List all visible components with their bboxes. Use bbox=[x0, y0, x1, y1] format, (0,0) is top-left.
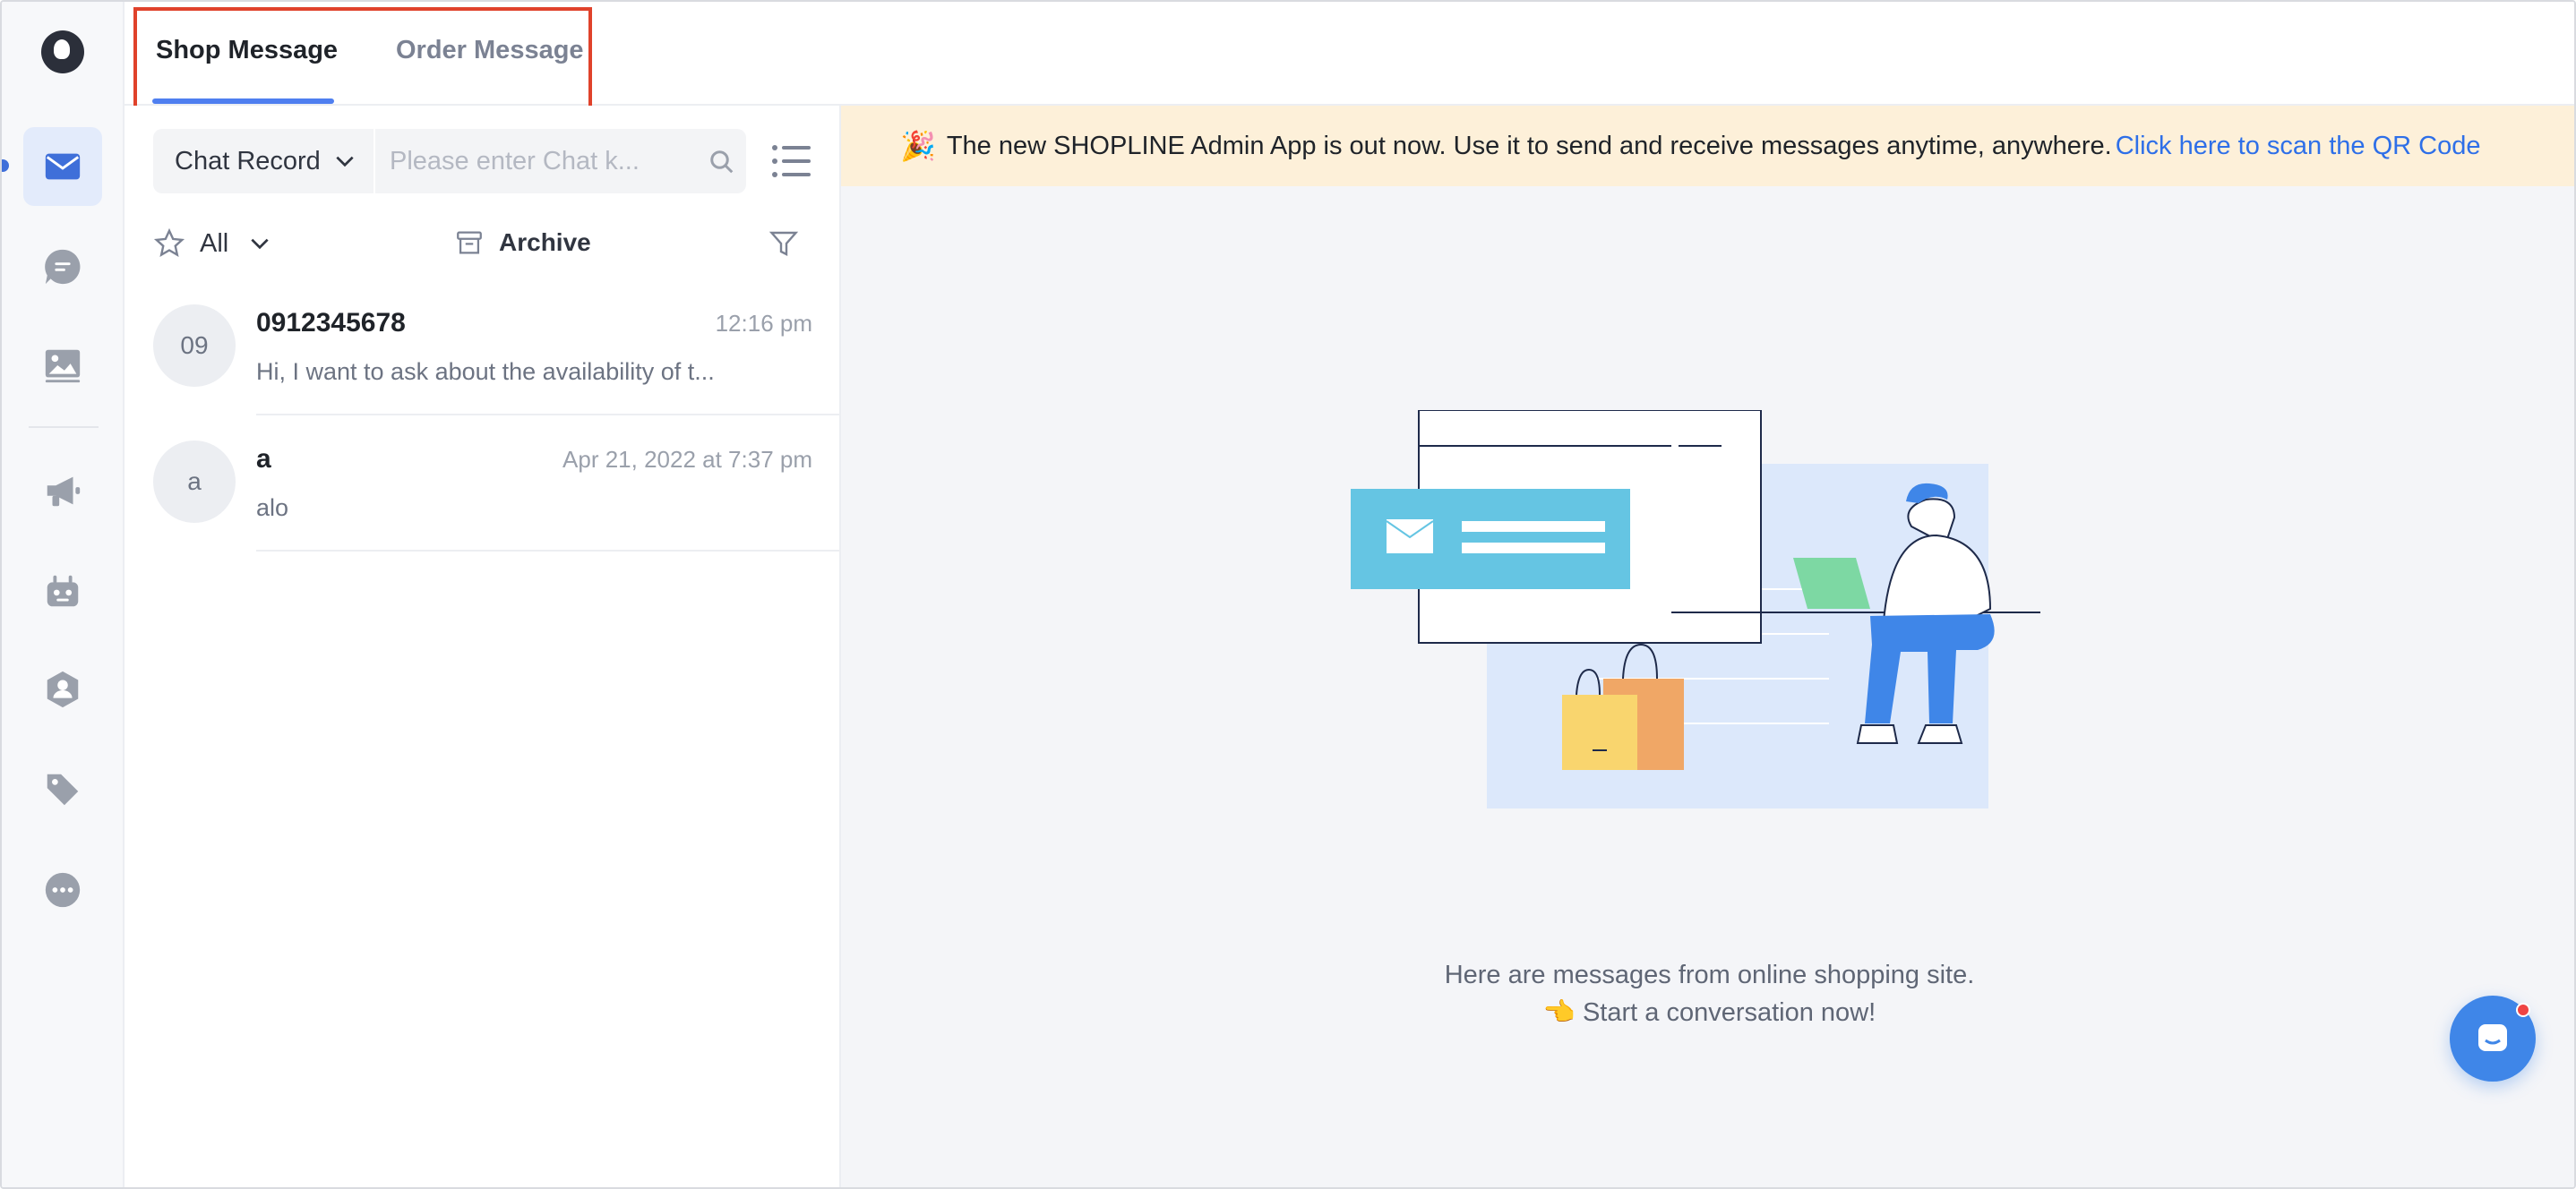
customer-icon bbox=[47, 671, 79, 708]
conversation-preview: Hi, I want to ask about the availability… bbox=[256, 358, 715, 385]
app-window: Shop Message Order Message Chat Record A… bbox=[0, 0, 2576, 1189]
chevron-down-icon bbox=[251, 238, 269, 250]
robot-icon bbox=[47, 575, 79, 607]
chevron-down-icon bbox=[336, 156, 354, 167]
avatar: 09 bbox=[153, 304, 236, 387]
support-chat-button[interactable] bbox=[2450, 996, 2536, 1082]
filter-row: All Archive bbox=[153, 222, 816, 265]
conversation-item[interactable]: 09 0912345678 12:16 pm Hi, I want to ask… bbox=[125, 281, 841, 415]
chat-bubble-icon bbox=[45, 249, 81, 285]
qr-code-link[interactable]: Click here to scan the QR Code bbox=[2116, 132, 2481, 161]
message-tabs: Shop Message Order Message bbox=[125, 2, 2574, 118]
sidebar-item-tags[interactable] bbox=[23, 750, 102, 829]
conversation-preview: alo bbox=[256, 494, 289, 521]
empty-state-line1: Here are messages from online shopping s… bbox=[1444, 961, 1975, 989]
active-indicator bbox=[2, 159, 9, 172]
chat-support-icon bbox=[2478, 1024, 2507, 1051]
search-bar: Chat Record bbox=[153, 129, 746, 193]
sidebar-item-chat[interactable] bbox=[23, 227, 102, 306]
sidebar-divider bbox=[29, 426, 99, 428]
conversation-name: 0912345678 bbox=[256, 308, 406, 338]
conversation-list-panel: Chat Record All Archive 09 bbox=[125, 106, 841, 1187]
star-icon bbox=[153, 227, 185, 257]
tab-shop-message[interactable]: Shop Message bbox=[156, 36, 338, 65]
star-filter-label: All bbox=[200, 228, 229, 258]
tab-order-message[interactable]: Order Message bbox=[396, 36, 584, 65]
app-promo-banner: 🎉 The new SHOPLINE Admin App is out now.… bbox=[841, 106, 2574, 186]
search-type-label: Chat Record bbox=[175, 146, 321, 175]
mail-icon bbox=[45, 153, 81, 180]
left-sidebar bbox=[2, 2, 125, 1187]
conversation-divider bbox=[256, 414, 841, 415]
notification-badge bbox=[2516, 1003, 2530, 1017]
star-filter-dropdown[interactable]: All bbox=[153, 227, 271, 260]
megaphone-icon bbox=[47, 476, 81, 507]
empty-state-illustration bbox=[1351, 410, 2040, 808]
main-content: 🎉 The new SHOPLINE Admin App is out now.… bbox=[841, 106, 2574, 1187]
conversation-divider bbox=[256, 550, 841, 552]
search-type-select[interactable]: Chat Record bbox=[153, 129, 375, 193]
conversation-name: a bbox=[256, 444, 271, 474]
image-icon bbox=[45, 349, 81, 383]
archive-label: Archive bbox=[499, 228, 591, 256]
sidebar-item-media[interactable] bbox=[23, 326, 102, 405]
tag-icon bbox=[47, 774, 79, 806]
sidebar-item-customers[interactable] bbox=[23, 650, 102, 729]
active-tab-indicator bbox=[152, 98, 334, 104]
conversation-time: Apr 21, 2022 at 7:37 pm bbox=[562, 446, 812, 473]
party-popper-icon: 🎉 bbox=[900, 130, 936, 162]
empty-state-line2: 👈 Start a conversation now! bbox=[1542, 998, 1876, 1027]
filter-icon[interactable] bbox=[768, 227, 800, 260]
archive-icon bbox=[457, 231, 482, 254]
empty-state-message: Here are messages from online shopping s… bbox=[841, 956, 2574, 1031]
list-view-icon[interactable] bbox=[771, 143, 811, 179]
sidebar-item-more[interactable] bbox=[23, 851, 102, 929]
search-input[interactable] bbox=[390, 136, 676, 186]
sidebar-item-broadcast[interactable] bbox=[23, 451, 102, 530]
archive-button[interactable]: Archive bbox=[454, 227, 591, 258]
avatar: a bbox=[153, 441, 236, 523]
conversation-time: 12:16 pm bbox=[715, 310, 812, 337]
sidebar-item-messages[interactable] bbox=[23, 127, 102, 206]
search-icon[interactable] bbox=[708, 149, 735, 175]
more-icon bbox=[45, 872, 81, 908]
app-logo-icon[interactable] bbox=[41, 30, 84, 73]
sidebar-item-bot[interactable] bbox=[23, 552, 102, 630]
banner-text: The new SHOPLINE Admin App is out now. U… bbox=[946, 131, 2112, 160]
conversation-item[interactable]: a a Apr 21, 2022 at 7:37 pm alo bbox=[125, 417, 841, 552]
